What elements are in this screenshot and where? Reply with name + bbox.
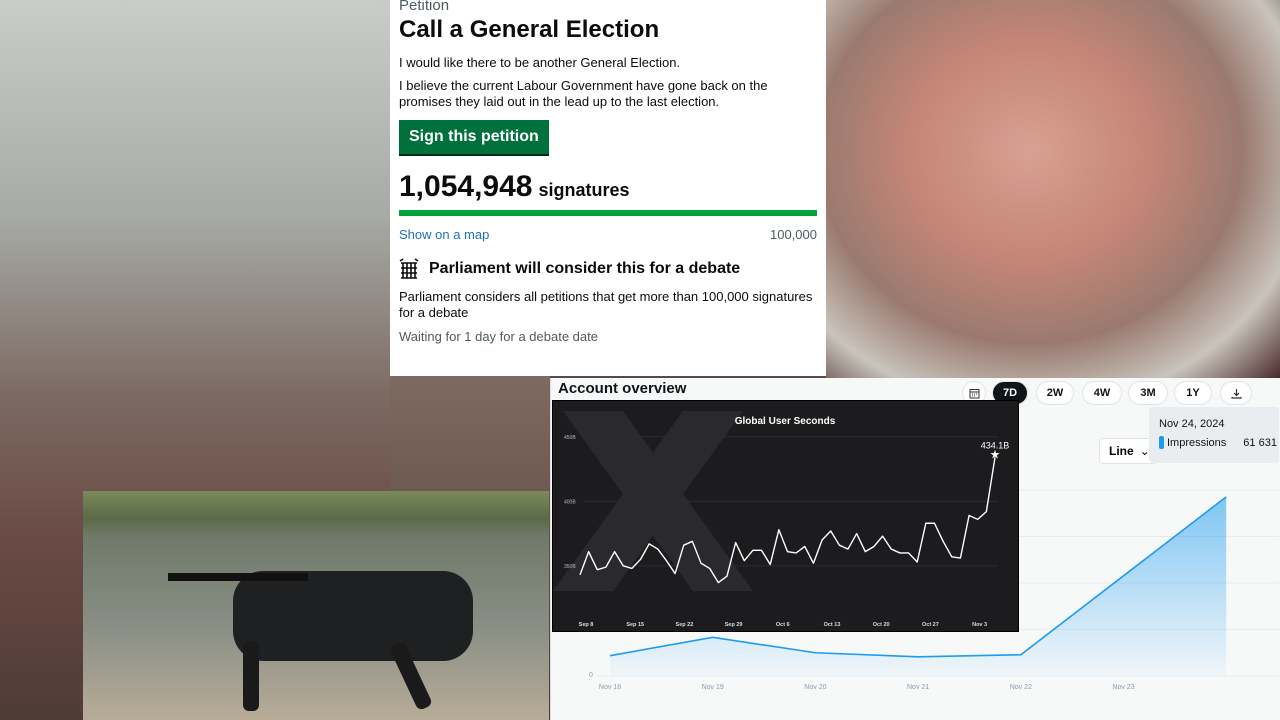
chart-title: Global User Seconds — [735, 416, 836, 427]
x-tick-label: Nov 23 — [1112, 684, 1134, 691]
x-tick-label: Nov 3 — [972, 622, 987, 628]
petition-title: Call a General Election — [399, 16, 660, 43]
peak-annotation: 434.1B — [981, 440, 1010, 450]
x-tick-label: Nov 22 — [1010, 684, 1032, 691]
y-tick-label: 400B — [564, 499, 576, 505]
debate-heading-text: Parliament will consider this for a deba… — [429, 260, 741, 277]
man-photo — [826, 0, 1280, 378]
signature-progress-bar — [399, 210, 817, 216]
petition-panel: Petition Call a General Election I would… — [390, 0, 826, 376]
x-tick-label: Nov 20 — [804, 684, 826, 691]
x-tick-label: Oct 6 — [776, 622, 790, 628]
x-tick-label: Nov 21 — [907, 684, 929, 691]
robot-leg — [243, 641, 259, 711]
y-tick-label: 450B — [564, 435, 576, 441]
waiting-status: Waiting for 1 day for a debate date — [399, 329, 598, 344]
petition-caption: Petition — [399, 0, 450, 14]
y-tick-label: 0 — [589, 672, 593, 679]
chart-tooltip: Nov 24, 2024 Impressions 61 631 — [1149, 407, 1279, 463]
tooltip-value: 61 631 — [1243, 436, 1277, 449]
petition-details: I believe the current Labour Government … — [399, 78, 768, 109]
x-tick-label: Sep 22 — [676, 622, 694, 628]
tooltip-date: Nov 24, 2024 — [1159, 418, 1225, 430]
x-tick-label: Oct 13 — [824, 622, 841, 628]
x-tick-label: Sep 29 — [725, 622, 743, 628]
signature-label: signatures — [538, 180, 630, 200]
x-tick-label: Nov 18 — [599, 684, 621, 691]
threshold-label: 100,000 — [770, 227, 817, 242]
x-tick-label: Sep 8 — [579, 622, 594, 628]
debate-text: Parliament considers all petitions that … — [399, 289, 813, 320]
global-user-seconds-chart: 350B400B450BGlobal User Seconds★434.1BSe… — [552, 400, 1019, 632]
robot-body — [233, 571, 473, 661]
signature-count: 1,054,948 signatures — [399, 170, 817, 204]
x-tick-label: Oct 27 — [922, 622, 939, 628]
impressions-swatch — [1159, 436, 1164, 449]
signature-number: 1,054,948 — [399, 170, 533, 203]
tooltip-label: Impressions — [1167, 436, 1227, 449]
x-tick-label: Nov 19 — [702, 684, 724, 691]
show-on-map-link[interactable]: Show on a map — [399, 227, 489, 242]
petition-summary: I would like there to be another General… — [399, 55, 681, 70]
sign-petition-button[interactable]: Sign this petition — [399, 120, 549, 154]
portcullis-icon — [399, 258, 419, 279]
robot-dog-photo — [83, 491, 549, 720]
debate-heading: Parliament will consider this for a deba… — [399, 258, 817, 280]
x-tick-label: Sep 15 — [626, 622, 644, 628]
y-tick-label: 350B — [564, 564, 576, 570]
x-tick-label: Oct 20 — [873, 622, 890, 628]
rifle — [168, 573, 308, 581]
